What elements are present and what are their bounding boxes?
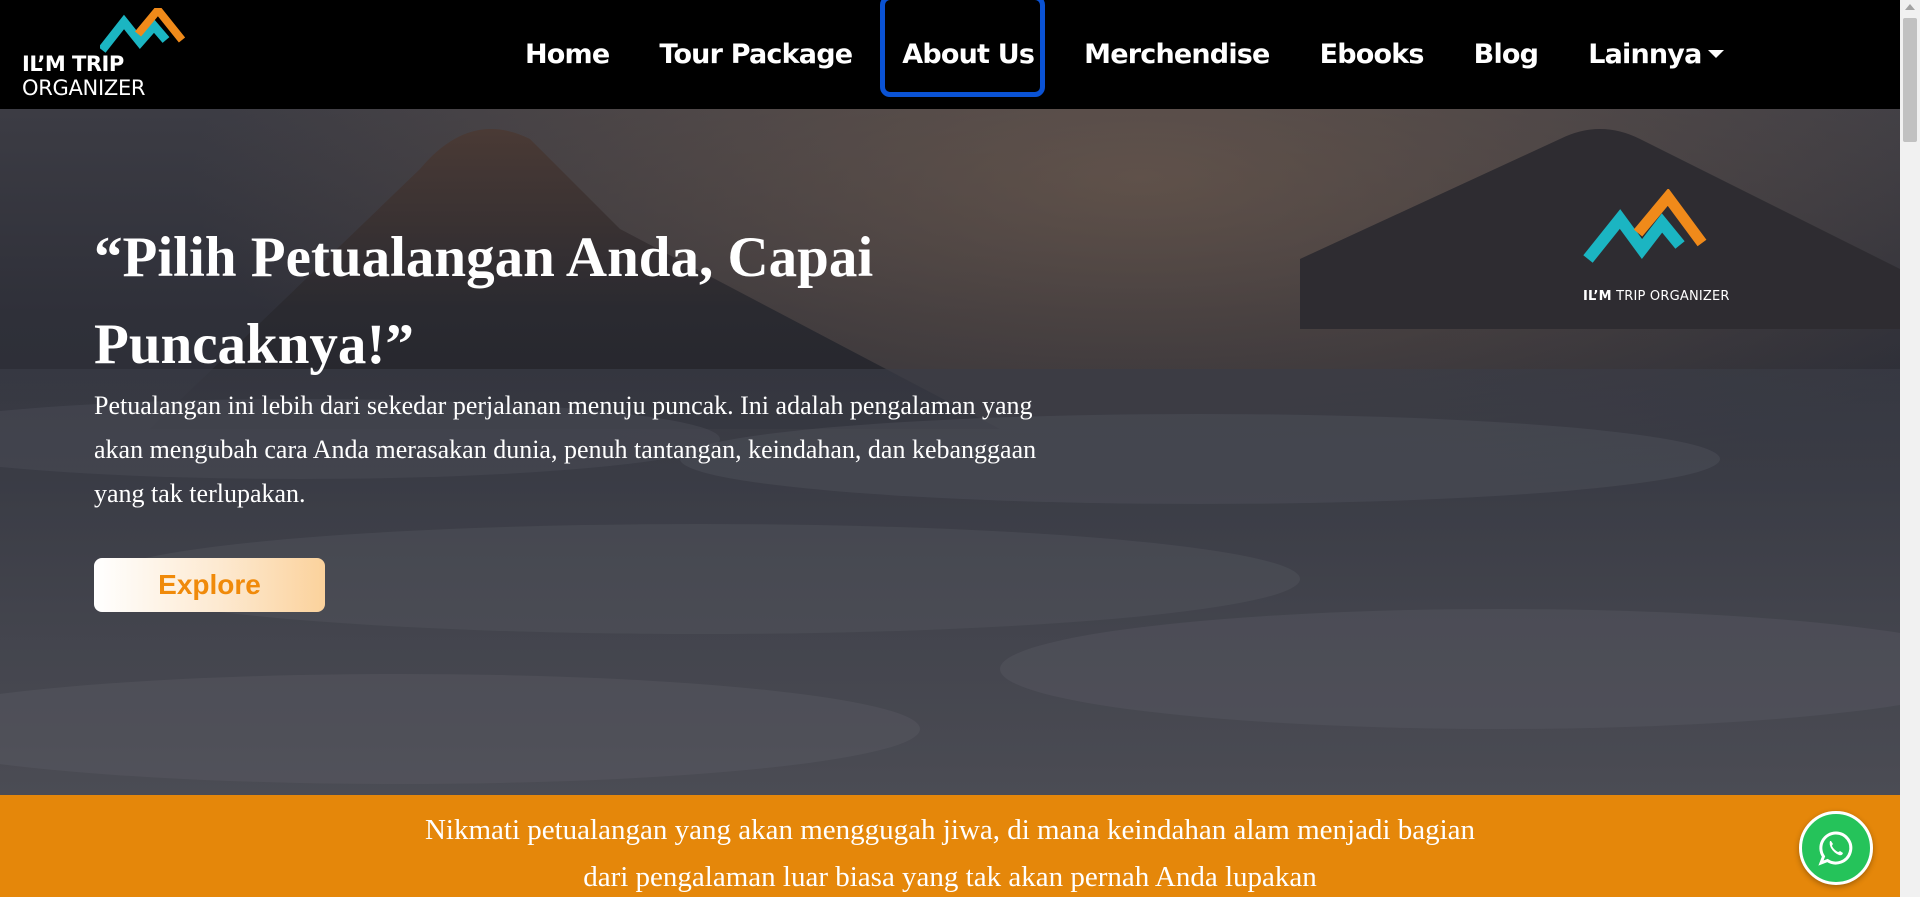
nav-item-tour-package[interactable]: Tour Package xyxy=(659,39,853,70)
mountain-logo-icon xyxy=(100,8,186,53)
caret-down-icon xyxy=(1707,50,1724,58)
scroll-up-arrow-icon[interactable] xyxy=(1905,4,1915,10)
nav-item-merchendise[interactable]: Merchendise xyxy=(1084,39,1270,70)
hero-title: “Pilih Petualangan Anda, Capai Puncaknya… xyxy=(94,226,874,376)
tagline-band: Nikmati petualangan yang akan menggugah … xyxy=(0,795,1900,897)
nav-item-lainnya-dropdown[interactable]: Lainnya xyxy=(1588,39,1724,70)
hero-section: “Pilih Petualangan Anda, Capai Puncaknya… xyxy=(0,109,1900,795)
hero-logo-caption-bold: IL’M xyxy=(1583,289,1612,304)
brand-logo[interactable]: IL’M TRIP ORGANIZER xyxy=(22,8,192,100)
hero-logo-caption-rest: TRIP ORGANIZER xyxy=(1611,289,1730,304)
scrollbar-thumb[interactable] xyxy=(1903,18,1917,142)
nav-item-about-us[interactable]: About Us xyxy=(880,0,1046,97)
logo-text-line1: IL’M TRIP xyxy=(22,52,124,76)
nav-item-home[interactable]: Home xyxy=(525,39,610,70)
hero-logo-caption: IL’M TRIP ORGANIZER xyxy=(1583,289,1730,304)
tagline-text: Nikmati petualangan yang akan menggugah … xyxy=(424,814,1476,893)
logo-text-line2: ORGANIZER xyxy=(22,76,146,100)
hero-description: Petualangan ini lebih dari sekedar perja… xyxy=(94,391,1037,508)
whatsapp-button[interactable] xyxy=(1799,811,1873,885)
nav-item-lainnya-label: Lainnya xyxy=(1588,39,1702,70)
explore-button[interactable]: Explore xyxy=(94,558,325,612)
page-scrollbar[interactable] xyxy=(1900,0,1920,897)
mountain-logo-icon xyxy=(1583,188,1707,263)
navbar: IL’M TRIP ORGANIZER Home Tour Package Ab… xyxy=(0,0,1900,109)
nav-menu: Home Tour Package About Us Merchendise E… xyxy=(500,0,1749,109)
nav-item-blog[interactable]: Blog xyxy=(1474,39,1539,70)
nav-item-ebooks[interactable]: Ebooks xyxy=(1320,39,1425,70)
hero-brand-logo: IL’M TRIP ORGANIZER xyxy=(1580,188,1740,304)
whatsapp-icon xyxy=(1818,831,1853,866)
